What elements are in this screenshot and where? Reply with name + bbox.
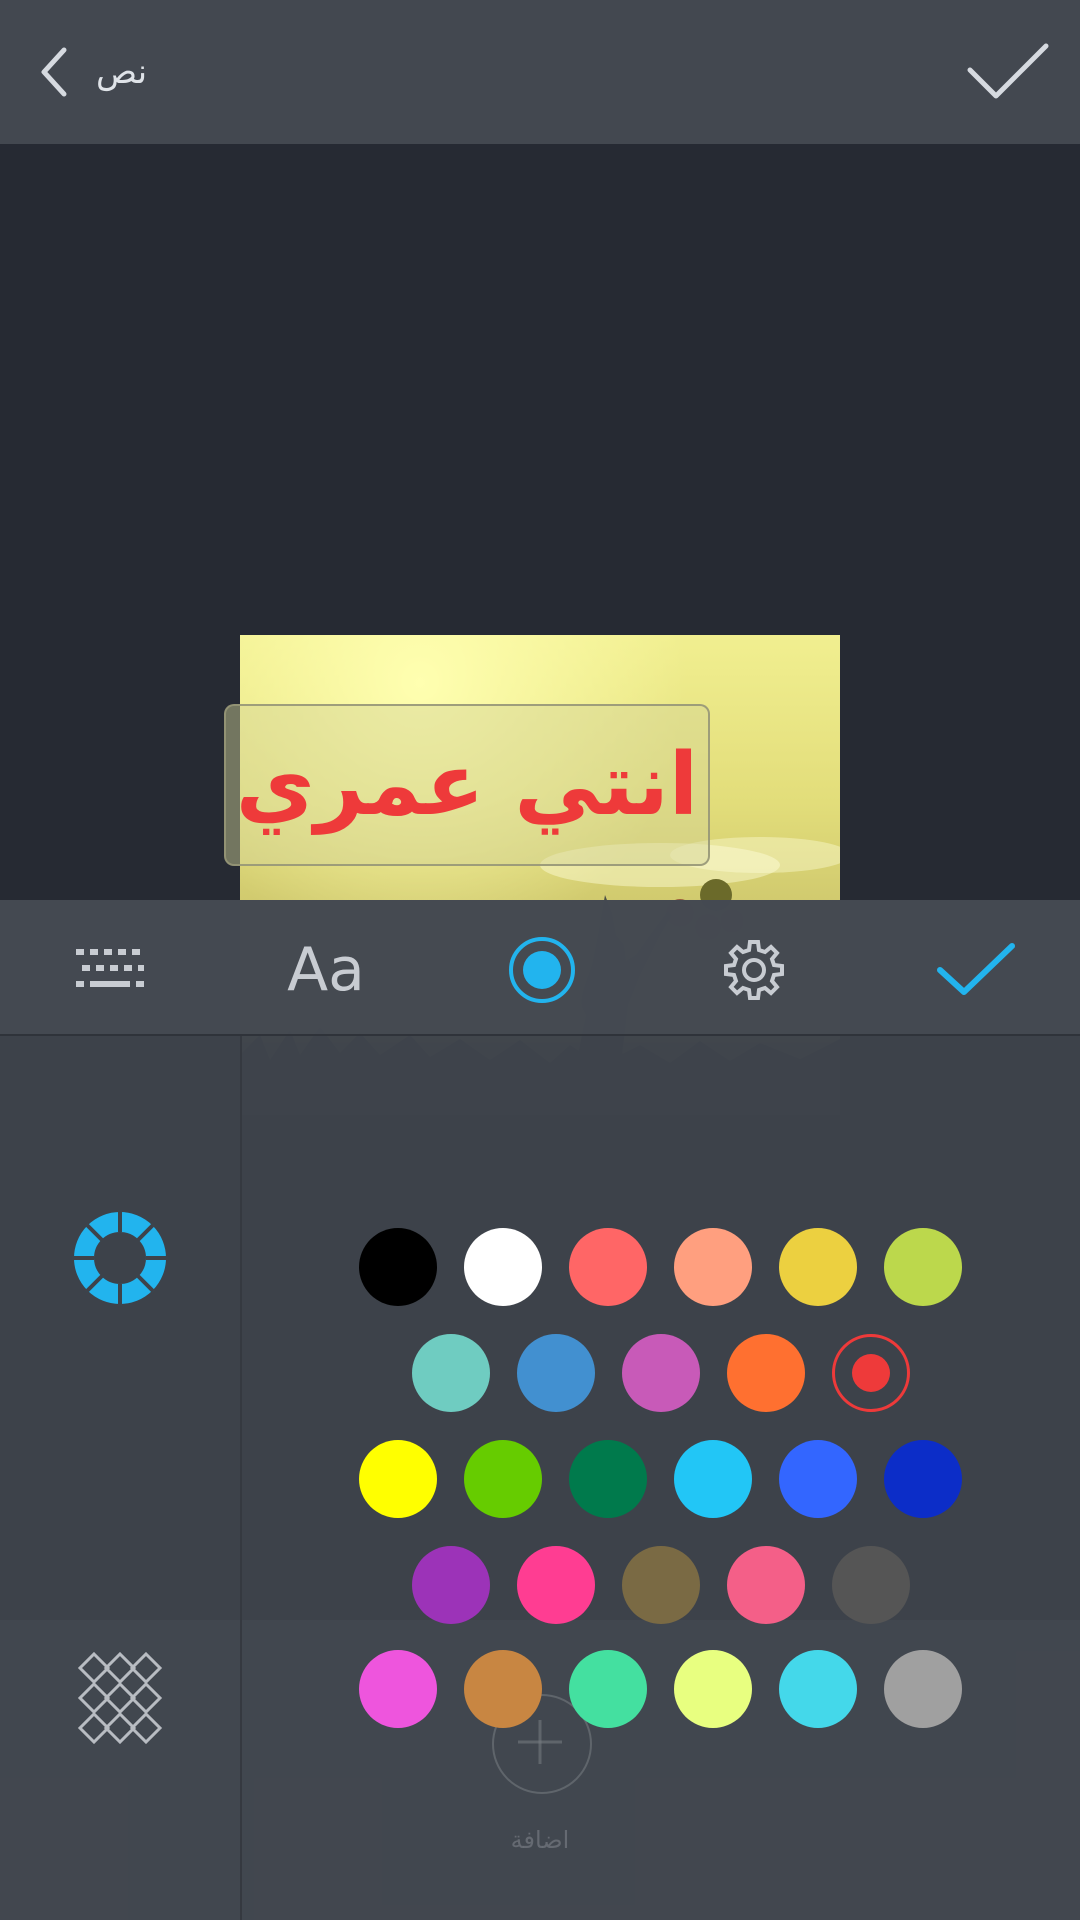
font-tool[interactable]: Aa <box>278 928 374 1012</box>
color-swatch[interactable] <box>779 1228 857 1306</box>
keyboard-icon <box>76 949 144 987</box>
style-sidebar <box>0 1036 242 1920</box>
done-button[interactable] <box>928 928 1024 1012</box>
color-swatch[interactable] <box>569 1440 647 1518</box>
checkmark-icon <box>967 43 1049 99</box>
color-swatch[interactable] <box>621 1546 700 1624</box>
color-swatch[interactable] <box>411 1334 490 1412</box>
color-swatch[interactable] <box>464 1440 542 1518</box>
color-swatch[interactable] <box>516 1334 595 1412</box>
pattern-tab[interactable] <box>74 1651 166 1745</box>
color-swatch[interactable] <box>726 1334 805 1412</box>
text-box[interactable]: انتي عمري <box>224 704 710 866</box>
font-label: Aa <box>287 935 365 1005</box>
settings-tool[interactable] <box>712 928 796 1012</box>
color-swatch[interactable] <box>359 1228 437 1306</box>
color-swatch[interactable] <box>464 1228 542 1306</box>
color-swatch[interactable] <box>569 1228 647 1306</box>
color-swatch[interactable] <box>884 1228 962 1306</box>
color-wheel-tab[interactable] <box>70 1208 170 1308</box>
color-wheel-icon <box>72 1210 168 1306</box>
color-swatch[interactable] <box>831 1334 910 1412</box>
confirm-button[interactable] <box>960 36 1056 108</box>
color-swatch[interactable] <box>884 1650 962 1728</box>
color-swatch[interactable] <box>674 1440 752 1518</box>
add-label: اضافة <box>510 1826 570 1854</box>
color-swatch[interactable] <box>726 1546 805 1624</box>
color-swatch[interactable] <box>516 1546 595 1624</box>
color-swatch[interactable] <box>674 1228 752 1306</box>
chevron-left-icon <box>41 47 67 97</box>
color-swatch[interactable] <box>621 1334 700 1412</box>
color-swatch[interactable] <box>359 1440 437 1518</box>
color-tool[interactable] <box>500 928 584 1012</box>
color-swatch[interactable] <box>411 1546 490 1624</box>
color-swatch[interactable] <box>569 1650 647 1728</box>
color-swatch[interactable] <box>359 1650 437 1728</box>
color-swatch[interactable] <box>884 1440 962 1518</box>
checkmark-icon <box>937 943 1015 995</box>
color-swatch[interactable] <box>779 1440 857 1518</box>
pattern-grid-icon <box>77 1651 163 1745</box>
overlay-text: انتي عمري <box>235 735 699 835</box>
color-swatch[interactable] <box>779 1650 857 1728</box>
page-title: نص <box>96 52 148 92</box>
back-button[interactable] <box>24 40 84 104</box>
gear-icon <box>724 940 784 1000</box>
color-swatch[interactable] <box>831 1546 910 1624</box>
keyboard-tool[interactable] <box>68 928 152 1012</box>
color-swatch[interactable] <box>674 1650 752 1728</box>
color-swatch[interactable] <box>464 1650 542 1728</box>
top-bar: نص <box>0 0 1080 144</box>
color-radio-icon <box>509 937 575 1003</box>
